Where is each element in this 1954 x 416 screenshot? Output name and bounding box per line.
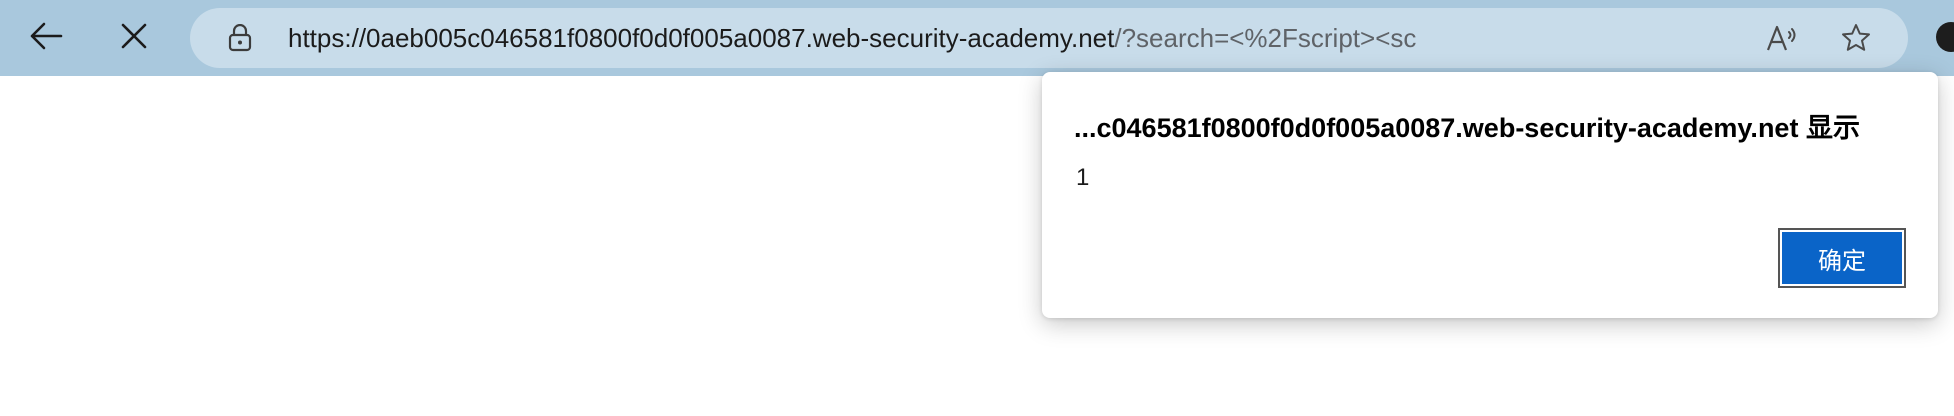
ok-button-label: 确定 [1782,232,1902,284]
browser-toolbar: https://0aeb005c046581f0800f0d0f005a0087… [0,0,1954,76]
profile-icon[interactable] [1936,22,1954,52]
url-path: /?search=<%2Fscript><script>alert%281%..… [1114,23,1418,53]
star-icon[interactable] [1838,20,1874,56]
url-host: https://0aeb005c046581f0800f0d0f005a0087… [288,23,1115,53]
stop-loading-button[interactable] [110,14,158,62]
close-icon [120,22,148,55]
read-aloud-icon[interactable] [1764,20,1800,56]
alert-dialog: ...c046581f0800f0d0f005a0087.web-securit… [1042,72,1938,318]
ok-button[interactable]: 确定 [1778,228,1906,288]
dialog-title: ...c046581f0800f0d0f005a0087.web-securit… [1074,113,1860,143]
address-bar[interactable]: https://0aeb005c046581f0800f0d0f005a0087… [190,8,1908,68]
dialog-message: 1 [1076,164,1090,191]
back-button[interactable] [22,14,70,62]
lock-icon[interactable] [226,24,254,52]
back-arrow-icon [29,21,63,56]
url-text[interactable]: https://0aeb005c046581f0800f0d0f005a0087… [288,8,1418,68]
